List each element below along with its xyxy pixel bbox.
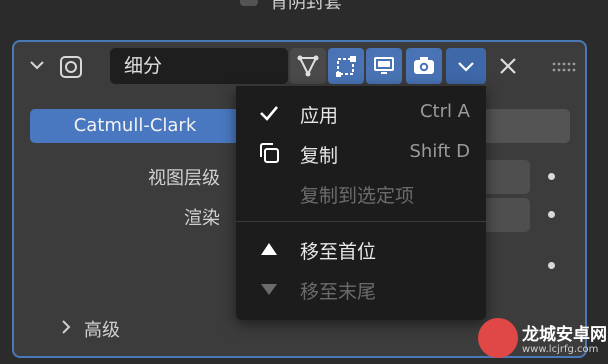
drag-handle-icon[interactable] bbox=[552, 62, 578, 72]
keyframe-dot-icon[interactable] bbox=[548, 173, 555, 180]
monitor-icon bbox=[374, 57, 394, 74]
render-levels-label: 渲染 bbox=[184, 208, 220, 229]
keyframe-dot-icon[interactable] bbox=[548, 211, 555, 218]
menu-item-label: 移至末尾 bbox=[300, 281, 377, 303]
catmull-clark-toggle[interactable]: Catmull-Clark bbox=[30, 109, 240, 143]
watermark-logo-icon bbox=[478, 318, 518, 358]
camera-icon bbox=[414, 57, 434, 74]
menu-item-label: 复制到选定项 bbox=[300, 185, 415, 207]
copy-icon bbox=[260, 143, 279, 163]
menu-item-label: 应用 bbox=[300, 105, 339, 127]
close-icon[interactable] bbox=[496, 54, 520, 78]
menu-item-shortcut: Shift D bbox=[409, 141, 471, 162]
envelope-label: 背阴封套 bbox=[270, 0, 342, 13]
collapse-chevron-icon[interactable] bbox=[28, 56, 46, 74]
simple-toggle[interactable] bbox=[486, 109, 570, 143]
check-icon bbox=[260, 106, 278, 121]
modifier-extra-menu: 应用 Ctrl A 复制 Shift D 复制到选定项 移至首位 移至末尾 bbox=[236, 86, 486, 320]
menu-item-label: 移至首位 bbox=[300, 241, 377, 263]
menu-item-apply[interactable]: 应用 Ctrl A bbox=[236, 94, 486, 132]
envelope-checkbox[interactable] bbox=[240, 0, 258, 6]
triangle-down-icon bbox=[261, 284, 277, 295]
viewport-display-button[interactable] bbox=[366, 48, 402, 84]
menu-item-label: 复制 bbox=[300, 145, 339, 167]
chevron-down-icon bbox=[458, 62, 474, 72]
on-cage-button[interactable] bbox=[328, 48, 364, 84]
render-levels-field[interactable] bbox=[486, 198, 530, 232]
triangle-up-icon bbox=[261, 243, 277, 255]
menu-separator bbox=[236, 221, 486, 222]
watermark: 龙城安卓网 www.lcjrfg.com bbox=[478, 318, 607, 362]
menu-item-move-to-last: 移至末尾 bbox=[236, 270, 486, 308]
levels-viewport-label: 视图层级 bbox=[148, 168, 220, 189]
menu-item-move-to-first[interactable]: 移至首位 bbox=[236, 230, 486, 268]
edit-mode-icon bbox=[297, 55, 319, 77]
keyframe-dot-icon[interactable] bbox=[548, 262, 555, 269]
extra-menu-button[interactable] bbox=[446, 48, 486, 84]
cage-icon bbox=[336, 56, 356, 77]
menu-item-duplicate[interactable]: 复制 Shift D bbox=[236, 134, 486, 172]
chevron-right-icon bbox=[62, 320, 71, 334]
levels-viewport-field[interactable] bbox=[486, 160, 530, 194]
menu-item-copy-to-selected: 复制到选定项 bbox=[236, 174, 486, 212]
watermark-url: www.lcjrfg.com bbox=[522, 344, 599, 355]
advanced-label: 高级 bbox=[84, 320, 120, 341]
modifier-type-icon bbox=[60, 56, 82, 78]
menu-item-shortcut: Ctrl A bbox=[419, 101, 470, 122]
watermark-title: 龙城安卓网 bbox=[522, 325, 607, 345]
render-button[interactable] bbox=[406, 48, 442, 84]
previous-panel-strip: 背阴封套 bbox=[0, 0, 608, 40]
modifier-name-input[interactable]: 细分 bbox=[110, 48, 288, 84]
edit-mode-button[interactable] bbox=[290, 48, 326, 84]
